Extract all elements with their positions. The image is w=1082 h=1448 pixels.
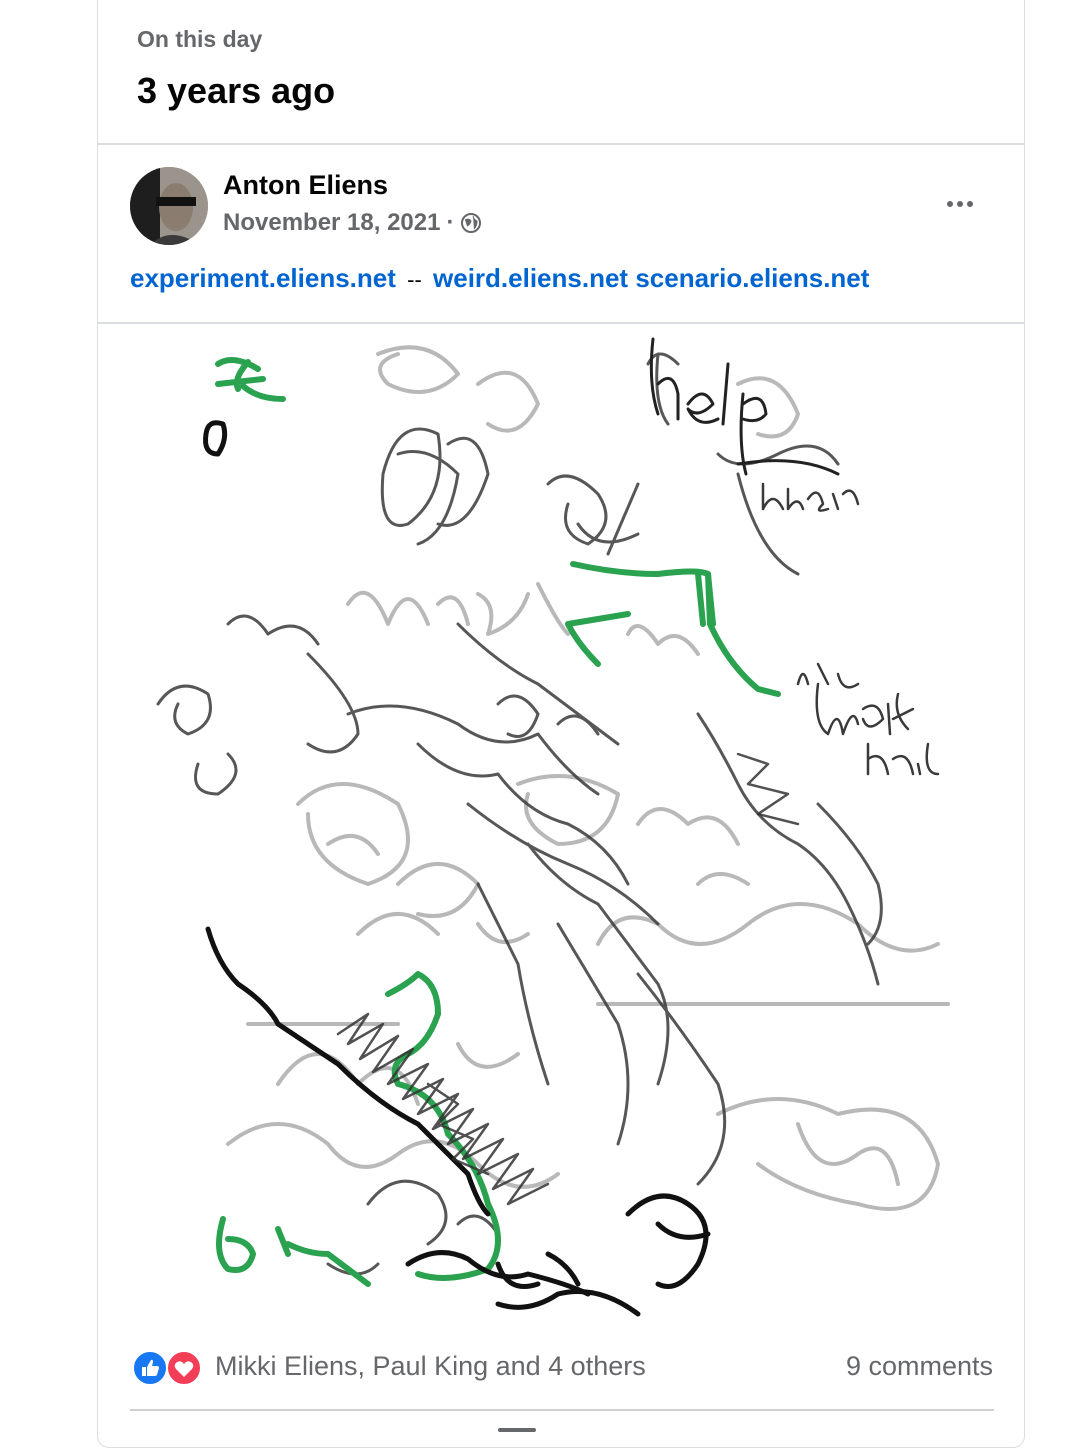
post-image[interactable] [98, 324, 1024, 1328]
love-icon [166, 1350, 202, 1386]
sketch-drawing [156, 337, 950, 1317]
like-icon [132, 1350, 168, 1386]
globe-icon [461, 213, 482, 233]
more-options-icon[interactable] [940, 190, 980, 218]
author-name[interactable]: Anton Eliens [223, 170, 388, 201]
action-bar-hint [498, 1428, 536, 1432]
meta-separator: · [446, 209, 455, 236]
memory-period: 3 years ago [137, 70, 336, 111]
post-meta: November 18, 2021 · [223, 209, 482, 237]
link-experiment[interactable]: experiment.eliens.net [130, 263, 396, 293]
author-avatar[interactable] [130, 167, 208, 245]
reaction-names[interactable]: Mikki Eliens, Paul King and 4 others [215, 1351, 646, 1382]
link-weird[interactable]: weird.eliens.net [433, 263, 628, 293]
reaction-icons[interactable] [132, 1350, 208, 1386]
link-scenario[interactable]: scenario.eliens.net [635, 263, 869, 293]
divider [130, 1409, 994, 1411]
link-separator: -- [407, 267, 422, 292]
avatar-photo [130, 167, 208, 245]
divider [98, 143, 1024, 145]
memory-label: On this day [137, 26, 263, 52]
comments-count[interactable]: 9 comments [846, 1351, 993, 1382]
post-text: experiment.eliens.net -- weird.eliens.ne… [130, 263, 869, 294]
post-date[interactable]: November 18, 2021 [223, 209, 440, 237]
